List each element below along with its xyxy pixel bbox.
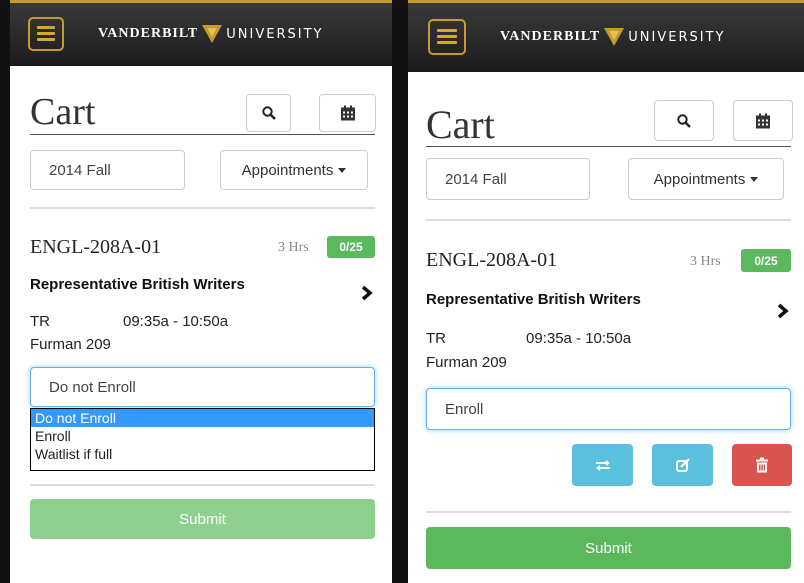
title-underline [426, 146, 791, 147]
brand-right: UNIVERSITY [628, 29, 726, 45]
course-time: 09:35a - 10:50a [123, 313, 229, 330]
search-icon [261, 106, 276, 120]
edit-button[interactable] [652, 444, 713, 486]
calendar-button[interactable] [733, 100, 793, 141]
swap-icon [595, 460, 610, 471]
calendar-icon [340, 105, 355, 121]
course-days: TR [426, 330, 446, 347]
swap-button[interactable] [572, 444, 633, 486]
enroll-select-value: Do not Enroll [49, 378, 136, 396]
option-enroll[interactable]: Enroll [31, 427, 374, 445]
chevron-right-icon[interactable] [361, 285, 373, 301]
brand-logo[interactable]: VANDERBILT UNIVERSITY [98, 25, 323, 43]
course-title: Representative British Writers [426, 291, 641, 308]
right-screen: VANDERBILT UNIVERSITY Cart 2014 Fall App… [408, 0, 804, 583]
title-underline [30, 134, 375, 135]
trash-icon [756, 457, 768, 473]
appointments-label: Appointments [653, 170, 746, 188]
menu-button[interactable] [428, 19, 466, 55]
edit-icon [675, 458, 690, 472]
course-code: ENGL-208A-01 [30, 236, 162, 258]
navbar: VANDERBILT UNIVERSITY [408, 0, 804, 72]
enroll-select[interactable]: Enroll [426, 388, 791, 430]
term-field[interactable]: 2014 Fall [30, 150, 185, 190]
vanderbilt-v-icon [202, 25, 223, 43]
brand-left: VANDERBILT [500, 29, 601, 44]
caret-down-icon [338, 167, 347, 173]
course-code: ENGL-208A-01 [426, 249, 558, 271]
term-field[interactable]: 2014 Fall [426, 158, 590, 200]
enroll-options-list: Do not Enroll Enroll Waitlist if full [30, 408, 375, 471]
appointments-dropdown[interactable]: Appointments [628, 158, 784, 200]
option-waitlist[interactable]: Waitlist if full [31, 445, 374, 463]
submit-button[interactable]: Submit [30, 499, 375, 539]
search-icon [677, 113, 691, 128]
search-button[interactable] [654, 100, 714, 141]
hamburger-icon [437, 29, 457, 32]
seats-badge: 0/25 [327, 236, 375, 258]
course-location: Furman 209 [426, 354, 507, 371]
menu-button[interactable] [28, 17, 64, 51]
chevron-right-icon[interactable] [777, 303, 789, 319]
appointments-label: Appointments [241, 161, 334, 179]
seats-badge: 0/25 [741, 249, 791, 272]
course-time: 09:35a - 10:50a [526, 330, 632, 347]
course-hours: 3 Hrs [690, 254, 721, 269]
brand-right: UNIVERSITY [226, 26, 324, 42]
course-days: TR [30, 313, 50, 330]
delete-button[interactable] [732, 444, 792, 486]
search-button[interactable] [246, 94, 291, 132]
divider-bottom [426, 511, 791, 513]
hamburger-icon [37, 26, 55, 29]
course-hours: 3 Hrs [278, 240, 309, 255]
enroll-select[interactable]: Do not Enroll [30, 367, 375, 407]
page-title: Cart [30, 91, 96, 133]
divider [30, 207, 375, 209]
left-screen: VANDERBILT UNIVERSITY Cart 2014 Fall App… [10, 0, 392, 583]
course-title: Representative British Writers [30, 276, 245, 293]
calendar-button[interactable] [319, 94, 376, 132]
page-title: Cart [426, 102, 495, 147]
option-do-not-enroll[interactable]: Do not Enroll [31, 409, 374, 427]
divider [426, 219, 791, 221]
course-location: Furman 209 [30, 336, 111, 353]
calendar-icon [756, 113, 770, 128]
divider-bottom [30, 484, 375, 486]
caret-down-icon [750, 176, 759, 182]
submit-button[interactable]: Submit [426, 527, 791, 569]
brand-left: VANDERBILT [98, 26, 199, 41]
term-value: 2014 Fall [49, 161, 111, 179]
brand-logo[interactable]: VANDERBILT UNIVERSITY [500, 28, 725, 46]
vanderbilt-v-icon [604, 28, 625, 46]
navbar: VANDERBILT UNIVERSITY [10, 0, 392, 66]
term-value: 2014 Fall [445, 170, 507, 188]
enroll-select-value: Enroll [445, 400, 484, 418]
appointments-dropdown[interactable]: Appointments [220, 150, 368, 190]
